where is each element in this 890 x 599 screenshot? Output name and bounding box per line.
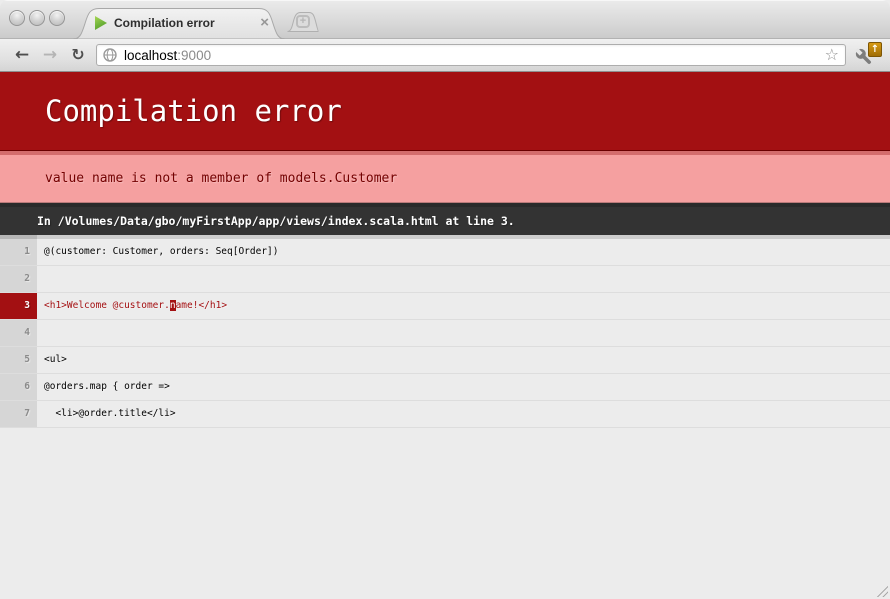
browser-toolbar: ← → ↻ localhost:9000 ☆ ↑ (0, 39, 890, 72)
url-host: localhost (124, 48, 177, 63)
browser-window: Compilation error × + ← → ↻ localhost:90… (0, 0, 890, 599)
new-tab-button[interactable]: + (287, 12, 319, 32)
line-number: 4 (0, 320, 37, 346)
line-code: @(customer: Customer, orders: Seq[Order]… (37, 235, 890, 265)
code-line-row: 5 <ul> (0, 347, 890, 374)
code-line-row: 4 (0, 320, 890, 347)
line-code (37, 320, 890, 346)
reload-button[interactable]: ↻ (66, 43, 90, 67)
window-minimize-button[interactable] (29, 10, 45, 26)
code-line-row: 1 @(customer: Customer, orders: Seq[Orde… (0, 235, 890, 266)
error-page-title: Compilation error (0, 72, 890, 151)
window-zoom-button[interactable] (49, 10, 65, 26)
line-number: 5 (0, 347, 37, 373)
tab-close-icon[interactable]: × (260, 7, 269, 38)
line-number: 1 (0, 235, 37, 265)
wrench-menu-button[interactable]: ↑ (852, 42, 882, 68)
tab-strip: Compilation error × + (0, 0, 890, 39)
globe-icon (103, 48, 117, 62)
update-badge: ↑ (868, 42, 882, 57)
url-port: :9000 (177, 48, 211, 63)
code-line-row: 7 <li>@order.title</li> (0, 401, 890, 428)
line-number: 6 (0, 374, 37, 400)
line-code: @orders.map { order => (37, 374, 890, 400)
forward-button[interactable]: → (38, 43, 62, 67)
tab-compilation-error[interactable]: Compilation error × (73, 7, 285, 39)
new-tab-plus-icon: + (296, 15, 310, 28)
bookmark-star-icon[interactable]: ☆ (825, 46, 839, 64)
line-number: 2 (0, 266, 37, 292)
line-code: <li>@order.title</li> (37, 401, 890, 427)
url-text[interactable]: localhost:9000 (124, 48, 825, 63)
back-button[interactable]: ← (10, 43, 34, 67)
error-location: In /Volumes/Data/gbo/myFirstApp/app/view… (0, 203, 890, 235)
line-number: 7 (0, 401, 37, 427)
error-detail: value name is not a member of models.Cus… (0, 151, 890, 203)
line-code: <ul> (37, 347, 890, 373)
line-number: 3 (0, 293, 37, 319)
resize-grip[interactable] (875, 584, 888, 597)
line-code (37, 266, 890, 292)
window-close-button[interactable] (9, 10, 25, 26)
line-code: <h1>Welcome @customer.name!</h1> (37, 293, 890, 319)
code-listing: 1 @(customer: Customer, orders: Seq[Orde… (0, 235, 890, 428)
tab-title: Compilation error (114, 7, 215, 38)
window-controls (9, 10, 65, 26)
code-line-row: 6 @orders.map { order => (0, 374, 890, 401)
address-bar[interactable]: localhost:9000 ☆ (96, 44, 846, 66)
code-line-row: 2 (0, 266, 890, 293)
code-line-row: 3 <h1>Welcome @customer.name!</h1> (0, 293, 890, 320)
